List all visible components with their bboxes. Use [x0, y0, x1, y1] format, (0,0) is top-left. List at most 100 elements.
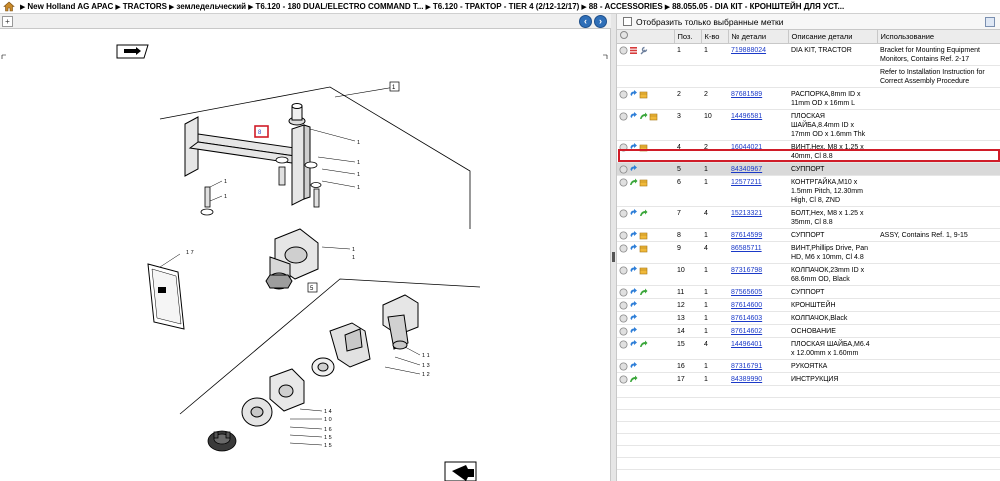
- add-to-cart-icon[interactable]: [629, 243, 638, 253]
- select-row-icon[interactable]: [619, 165, 628, 174]
- splitter-grip-icon[interactable]: [612, 252, 615, 262]
- part-number-link[interactable]: 16044021: [731, 144, 762, 151]
- part-number-link[interactable]: 87614602: [731, 328, 762, 335]
- substitute-arrow-icon[interactable]: [629, 375, 638, 384]
- add-to-cart-icon[interactable]: [629, 339, 638, 349]
- add-to-cart-icon[interactable]: [629, 265, 638, 275]
- table-row[interactable]: 4 2 16044021 ВИНТ,Hex, M8 x 1.25 x 40mm, Cl…: [617, 140, 1000, 163]
- bill-of-materials-icon[interactable]: [629, 46, 638, 55]
- select-row-icon[interactable]: [619, 231, 628, 240]
- select-row-icon[interactable]: [619, 340, 628, 349]
- previous-page-button[interactable]: ‹: [579, 15, 592, 28]
- select-row-icon[interactable]: [619, 178, 628, 187]
- package-icon[interactable]: [639, 143, 648, 152]
- select-row-icon[interactable]: [619, 375, 628, 384]
- home-icon[interactable]: [3, 1, 15, 12]
- add-to-cart-icon[interactable]: [629, 326, 638, 336]
- substitute-arrow-icon[interactable]: [639, 112, 648, 121]
- table-row[interactable]: 2 2 87681589 РАСПОРКА,8mm ID x 11mm OD x 16…: [617, 87, 1000, 110]
- wrench-icon[interactable]: [639, 46, 648, 55]
- table-row[interactable]: 3 10 14496581 ПЛОСКАЯ ШАЙБА,8.4mm ID x 17mm…: [617, 109, 1000, 141]
- select-row-icon[interactable]: [619, 244, 628, 253]
- package-icon[interactable]: [639, 231, 648, 240]
- table-row[interactable]: 17 1 84389990 ИНСТРУКЦИЯ: [617, 372, 1000, 386]
- table-row[interactable]: 10 1 87316798 КОЛПАЧОК,23mm ID x 68.6mm OD,…: [617, 263, 1000, 286]
- part-number-link[interactable]: 87316791: [731, 363, 762, 370]
- part-number-link[interactable]: 87614599: [731, 232, 762, 239]
- part-number-link[interactable]: 14496581: [731, 113, 762, 120]
- select-row-icon[interactable]: [619, 266, 628, 275]
- breadcrumb-item[interactable]: 88 - ACCESSORIES: [589, 2, 663, 11]
- add-to-cart-icon[interactable]: [629, 230, 638, 240]
- column-header-usage[interactable]: Использование: [877, 30, 1000, 44]
- select-all-header[interactable]: [617, 30, 675, 44]
- table-row[interactable]: 7 4 15213321 БОЛТ,Hex, M8 x 1.25 x 35mm, Cl…: [617, 206, 1000, 229]
- substitute-arrow-icon[interactable]: [639, 288, 648, 297]
- next-page-button[interactable]: ›: [594, 15, 607, 28]
- table-row[interactable]: 16 1 87316791 РУКОЯТКА: [617, 359, 1000, 373]
- part-number-link[interactable]: 12577211: [731, 179, 762, 186]
- substitute-arrow-icon[interactable]: [639, 209, 648, 218]
- add-to-cart-icon[interactable]: [629, 89, 638, 99]
- breadcrumb-item[interactable]: T6.120 - 180 DUAL/ELECTRO COMMAND T...: [255, 2, 423, 11]
- add-to-cart-icon[interactable]: [629, 111, 638, 121]
- part-number-link[interactable]: 15213321: [731, 210, 762, 217]
- show-selected-only-checkbox[interactable]: [623, 17, 632, 26]
- table-row[interactable]: 6 1 12577211 КОНТРГАЙКА,M10 x 1.5mm Pitch, …: [617, 175, 1000, 207]
- breadcrumb-item[interactable]: земледельческий: [176, 2, 246, 11]
- select-all-icon[interactable]: [620, 31, 628, 40]
- table-row[interactable]: 15 4 14496401 ПЛОСКАЯ ШАЙБА,M6.4 x 12.00mm …: [617, 337, 1000, 360]
- table-row[interactable]: 11 1 87565605 СУППОРТ: [617, 285, 1000, 299]
- select-row-icon[interactable]: [619, 301, 628, 310]
- table-row[interactable]: 9 4 86585711 ВИНТ,Phillips Drive, Pan HD, M…: [617, 241, 1000, 264]
- add-to-cart-icon[interactable]: [629, 142, 638, 152]
- part-number-link[interactable]: 87681589: [731, 91, 762, 98]
- select-row-icon[interactable]: [619, 327, 628, 336]
- substitute-arrow-icon[interactable]: [639, 340, 648, 349]
- table-row[interactable]: 1 1 719888024 DIA KIT, TRACTOR Bracket for M…: [617, 43, 1000, 66]
- table-row[interactable]: 5 1 84340967 СУППОРТ: [617, 162, 1000, 176]
- select-row-icon[interactable]: [619, 143, 628, 152]
- add-to-cart-icon[interactable]: [629, 361, 638, 371]
- breadcrumb-item[interactable]: T6.120 - ТРАКТОР - TIER 4 (2/12-12/17): [433, 2, 579, 11]
- part-number-link[interactable]: 87316798: [731, 267, 762, 274]
- select-row-icon[interactable]: [619, 46, 628, 55]
- add-to-cart-icon[interactable]: [629, 208, 638, 218]
- part-number-link[interactable]: 86585711: [731, 245, 762, 252]
- return-arrow-icon[interactable]: [444, 461, 477, 481]
- table-row[interactable]: Refer to Installation Instruction for Co…: [617, 65, 1000, 88]
- expand-icon[interactable]: +: [2, 16, 13, 27]
- column-header-qty[interactable]: К-во: [701, 30, 729, 44]
- column-header-pos[interactable]: Поз.: [674, 30, 702, 44]
- select-row-icon[interactable]: [619, 90, 628, 99]
- part-number-link[interactable]: 87614603: [731, 315, 762, 322]
- part-number-link[interactable]: 719888024: [731, 47, 766, 54]
- column-header-part-number[interactable]: № детали: [728, 30, 789, 44]
- package-icon[interactable]: [639, 178, 648, 187]
- part-number-link[interactable]: 84340967: [731, 166, 762, 173]
- part-number-link[interactable]: 84389990: [731, 376, 762, 383]
- package-icon[interactable]: [649, 112, 658, 121]
- select-row-icon[interactable]: [619, 362, 628, 371]
- select-row-icon[interactable]: [619, 209, 628, 218]
- part-number-link[interactable]: 14496401: [731, 341, 762, 348]
- part-number-link[interactable]: 87565605: [731, 289, 762, 296]
- breadcrumb-item[interactable]: TRACTORS: [123, 2, 167, 11]
- table-row[interactable]: 8 1 87614599 СУППОРТ ASSY, Contains Ref. 1, …: [617, 228, 1000, 242]
- table-row[interactable]: 13 1 87614603 КОЛПАЧОК,Black: [617, 311, 1000, 325]
- package-icon[interactable]: [639, 266, 648, 275]
- select-row-icon[interactable]: [619, 112, 628, 121]
- add-to-cart-icon[interactable]: [629, 164, 638, 174]
- add-to-cart-icon[interactable]: [629, 313, 638, 323]
- add-to-cart-icon[interactable]: [629, 300, 638, 310]
- select-row-icon[interactable]: [619, 288, 628, 297]
- table-row[interactable]: 14 1 87614602 ОСНОВАНИЕ: [617, 324, 1000, 338]
- export-icon[interactable]: [985, 17, 995, 27]
- package-icon[interactable]: [639, 90, 648, 99]
- column-header-description[interactable]: Описание детали: [788, 30, 878, 44]
- part-number-link[interactable]: 87614600: [731, 302, 762, 309]
- breadcrumb-item[interactable]: New Holland AG APAC: [27, 2, 113, 11]
- substitute-arrow-icon[interactable]: [629, 178, 638, 187]
- add-to-cart-icon[interactable]: [629, 287, 638, 297]
- table-row[interactable]: 12 1 87614600 КРОНШТЕЙН: [617, 298, 1000, 312]
